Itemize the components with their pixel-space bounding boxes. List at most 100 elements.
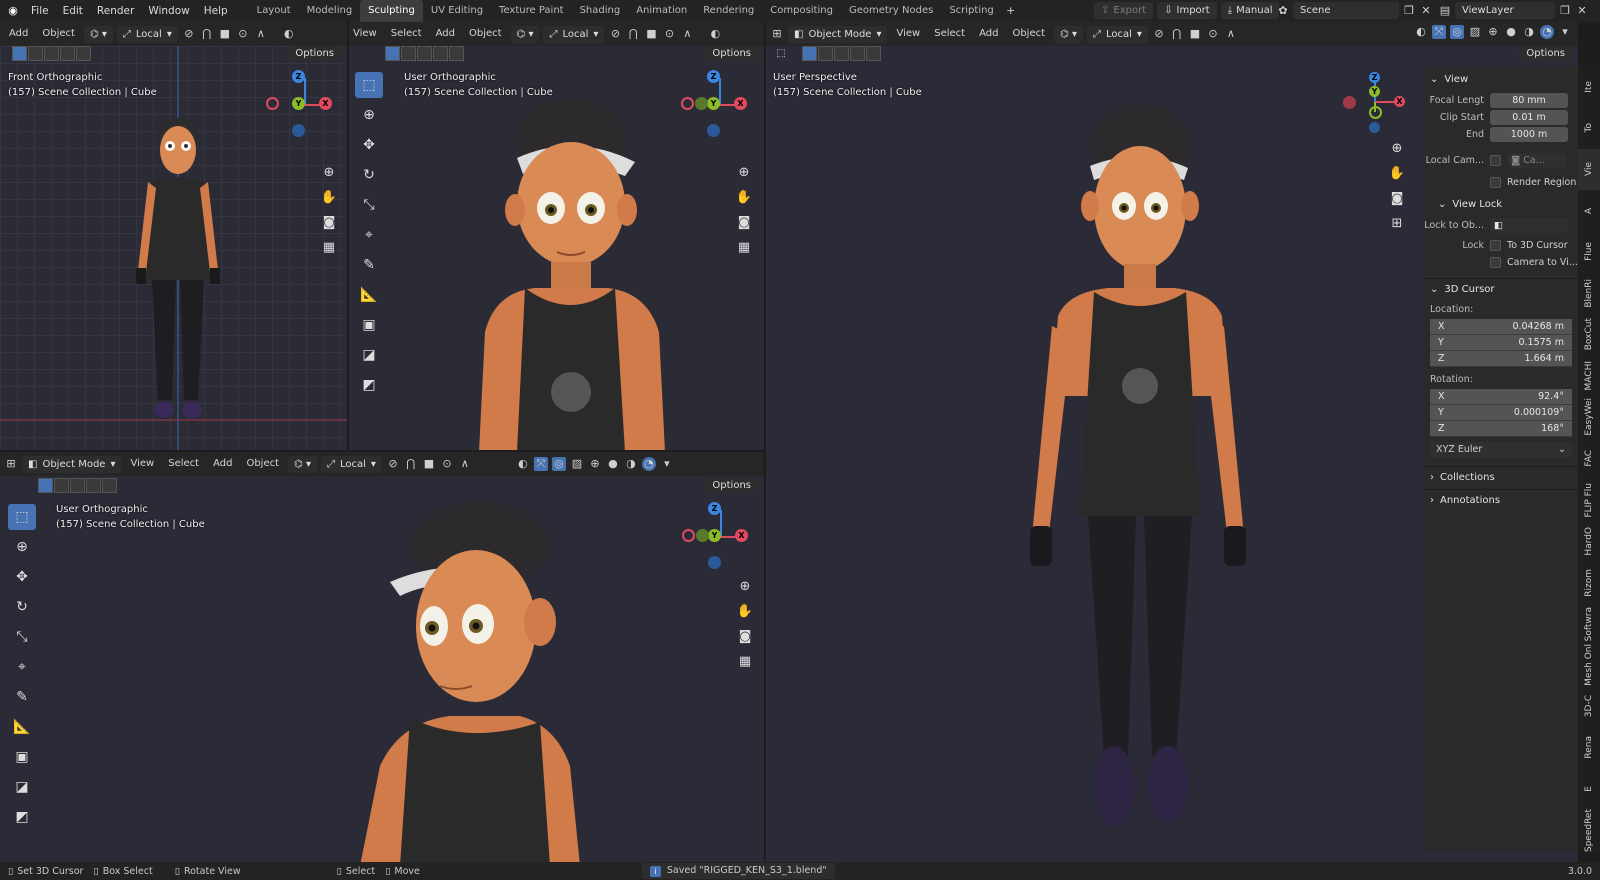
select-mode-extend-icon[interactable] xyxy=(54,478,69,493)
proportional-edit-icon[interactable]: ⊙ xyxy=(662,27,676,41)
tab-animation[interactable]: Animation xyxy=(628,0,695,22)
camera-icon[interactable]: ◙ xyxy=(320,214,338,231)
rendered-shading-icon[interactable]: ◔ xyxy=(1540,25,1554,39)
sidebar-tab-16[interactable]: Rena xyxy=(1578,727,1600,768)
mode-dropdown[interactable]: ◧ Object Mode ▾ xyxy=(22,455,122,473)
selection-mode-group[interactable] xyxy=(802,46,881,62)
gizmo-x-axis[interactable]: X xyxy=(319,97,332,110)
tab-geometry-nodes[interactable]: Geometry Nodes xyxy=(841,0,941,22)
select-mode-new-icon[interactable] xyxy=(38,478,53,493)
local-camera-checkbox[interactable] xyxy=(1490,154,1501,166)
gizmo-neg-z-axis[interactable] xyxy=(292,124,305,137)
transform-orientation-dropdown[interactable]: ⌬ ▾ xyxy=(288,455,317,473)
new-view-layer-icon[interactable]: ❐ xyxy=(1558,4,1572,18)
view-lock-header[interactable]: ⌄ View Lock xyxy=(1424,194,1578,216)
options-button[interactable]: Options xyxy=(705,46,758,62)
annotations-panel-header[interactable]: › Annotations xyxy=(1424,490,1578,512)
select-mode-invert-icon[interactable] xyxy=(60,46,75,61)
navigation-gizmo[interactable]: Z Y X xyxy=(681,70,755,140)
render-region-checkbox[interactable] xyxy=(1490,176,1501,188)
camera-icon[interactable]: ◙ xyxy=(736,628,754,645)
select-mode-subtract-icon[interactable] xyxy=(70,478,85,493)
menu-edit[interactable]: Edit xyxy=(56,0,90,22)
scene-selector[interactable]: Scene xyxy=(1293,2,1399,19)
select-menu[interactable]: Select xyxy=(386,22,427,46)
view-panel-header[interactable]: ⌄ View xyxy=(1424,69,1578,91)
gizmo-z-axis[interactable]: Z xyxy=(292,70,305,83)
sidebar-tab-8[interactable]: EasyWei xyxy=(1578,397,1600,438)
navigation-gizmo[interactable]: Z Y X xyxy=(682,502,756,572)
clip-end-field[interactable]: 1000 m xyxy=(1490,126,1568,142)
cursor-rotation-y[interactable]: Y 0.000109° xyxy=(1430,405,1572,421)
cursor-location-y[interactable]: Y 0.1575 m xyxy=(1430,335,1572,351)
rotate-tool[interactable]: ↻ xyxy=(355,162,383,188)
visibility-icon[interactable]: ◐ xyxy=(1414,25,1428,39)
select-menu[interactable]: Select xyxy=(163,452,204,476)
view-layer-icon[interactable]: ▤ xyxy=(1438,4,1452,18)
falloff-icon[interactable]: ∧ xyxy=(254,27,268,41)
toolbar-toggle[interactable]: ⬚ xyxy=(772,44,790,62)
gizmo-y-axis[interactable]: Y xyxy=(708,529,721,542)
overlay-toggle-icon[interactable]: ◎ xyxy=(1450,25,1464,39)
transform-tool[interactable]: ⌖ xyxy=(355,222,383,248)
character-head-figure[interactable] xyxy=(360,496,590,862)
gizmo-z-axis[interactable]: Z xyxy=(708,502,721,515)
gizmo-y-axis[interactable]: Y xyxy=(707,97,720,110)
selection-mode-group[interactable] xyxy=(385,46,464,62)
bevel-tool[interactable]: ◩ xyxy=(355,372,383,398)
grid-icon[interactable]: ▦ xyxy=(735,239,753,256)
xray-icon[interactable]: ▨ xyxy=(1468,25,1482,39)
sidebar-tab-14[interactable]: Mesh Onl xyxy=(1578,644,1600,686)
gizmo-neg-x-axis[interactable] xyxy=(682,529,695,542)
select-box-tool[interactable]: ⬚ xyxy=(355,72,383,98)
material-shading-icon[interactable]: ◑ xyxy=(1522,25,1536,39)
select-mode-extend-icon[interactable] xyxy=(818,46,833,61)
add-menu[interactable]: Add xyxy=(974,22,1003,46)
annotate-tool[interactable]: ✎ xyxy=(8,684,36,710)
sidebar-tab-0[interactable]: Ite xyxy=(1578,66,1600,107)
zoom-icon[interactable]: ⊕ xyxy=(320,164,338,181)
delete-scene-icon[interactable]: ✕ xyxy=(1419,4,1433,18)
local-camera-field[interactable]: ◙ Ca... xyxy=(1507,152,1567,168)
snap-icon[interactable]: ⊘ xyxy=(608,27,622,41)
snap-icon[interactable]: ⊘ xyxy=(182,27,196,41)
grid-icon[interactable]: ▦ xyxy=(736,653,754,670)
magnet-icon[interactable]: ⋂ xyxy=(200,27,214,41)
sidebar-tab-5[interactable]: BlenRi xyxy=(1578,273,1600,314)
tab-scripting[interactable]: Scripting xyxy=(941,0,1001,22)
scale-tool[interactable]: ⤡ xyxy=(8,624,36,650)
material-shading-icon[interactable]: ◑ xyxy=(624,457,638,471)
cursor-tool[interactable]: ⊕ xyxy=(8,534,36,560)
sidebar-tab-15[interactable]: 3D-C xyxy=(1578,686,1600,727)
proportional-edit-icon[interactable]: ⊙ xyxy=(1206,27,1220,41)
gizmo-x-axis[interactable]: X xyxy=(1394,96,1405,107)
snap-target-icon[interactable]: ■ xyxy=(218,27,232,41)
add-workspace-icon[interactable]: + xyxy=(1004,4,1018,18)
select-mode-intersect-icon[interactable] xyxy=(866,46,881,61)
sidebar-tab-1[interactable]: To xyxy=(1578,107,1600,148)
export-button[interactable]: ⇪ Export xyxy=(1094,2,1154,19)
add-cube-tool[interactable]: ▣ xyxy=(355,312,383,338)
select-mode-intersect-icon[interactable] xyxy=(102,478,117,493)
transform-orientation-dropdown[interactable]: ⌬ ▾ xyxy=(83,25,113,43)
gizmo-neg-y-axis[interactable] xyxy=(1369,106,1382,119)
viewport-front-orthographic[interactable]: Add Object ⌬ ▾ ⤢ Local ▾ ⊘ ⋂ ■ ⊙ ∧ ◐ Opti… xyxy=(0,22,347,450)
viewport-user-orthographic-bottom[interactable]: ⊞ ◧ Object Mode ▾ View Select Add Object … xyxy=(0,452,764,862)
falloff-icon[interactable]: ∧ xyxy=(1224,27,1238,41)
proportional-edit-icon[interactable]: ⊙ xyxy=(440,457,454,471)
sidebar-tab-12[interactable]: Rizom xyxy=(1578,562,1600,603)
add-menu[interactable]: Add xyxy=(431,22,460,46)
tab-layout[interactable]: Layout xyxy=(249,0,299,22)
gizmo-neg-y-axis[interactable] xyxy=(696,529,709,542)
gizmo-x-axis[interactable]: X xyxy=(734,97,747,110)
rotate-tool[interactable]: ↻ xyxy=(8,594,36,620)
snap-target-icon[interactable]: ■ xyxy=(422,457,436,471)
tab-texture-paint[interactable]: Texture Paint xyxy=(491,0,572,22)
object-menu[interactable]: Object xyxy=(241,452,284,476)
object-menu[interactable]: Object xyxy=(37,22,80,46)
bevel-tool[interactable]: ◩ xyxy=(8,804,36,830)
gizmo-neg-x-axis[interactable] xyxy=(266,97,279,110)
selection-mode-group[interactable] xyxy=(12,46,91,62)
shading-options-icon[interactable]: ▾ xyxy=(1558,25,1572,39)
pivot-dropdown[interactable]: ⤢ Local ▾ xyxy=(116,25,178,43)
